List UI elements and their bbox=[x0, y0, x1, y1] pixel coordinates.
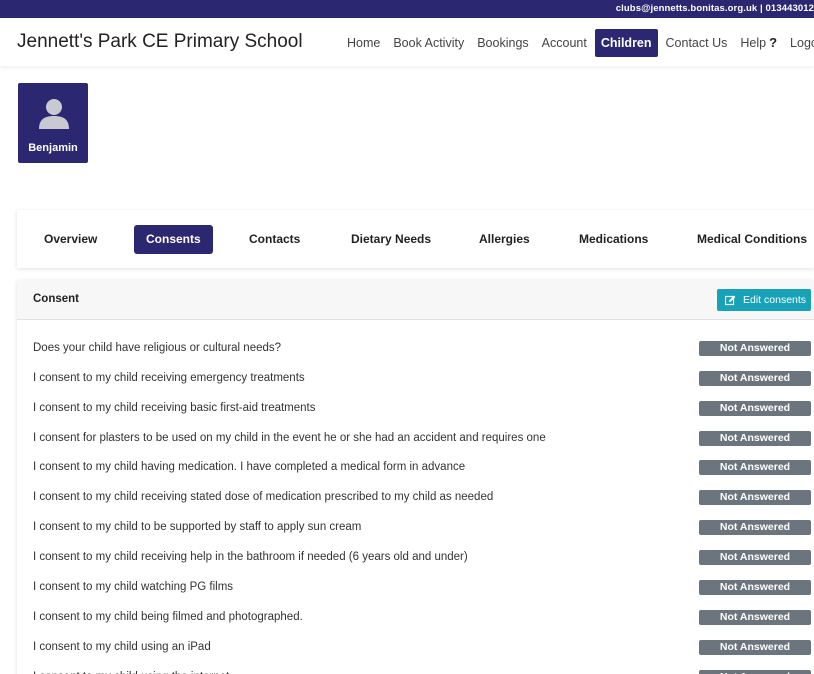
contact-email[interactable]: clubs@jennetts.bonitas.org.uk bbox=[616, 3, 758, 14]
school-name[interactable]: Jennett's Park CE Primary School bbox=[17, 31, 303, 53]
consent-question: I consent for plasters to be used on my … bbox=[33, 432, 546, 444]
consent-panel-header: Consent Edit consents bbox=[17, 280, 814, 320]
consent-row: Does your child have religious or cultur… bbox=[17, 334, 814, 364]
edit-consents-label: Edit consents bbox=[743, 294, 807, 306]
status-badge: Not Answered bbox=[699, 520, 811, 535]
consent-question: I consent to my child to be supported by… bbox=[33, 521, 362, 533]
tab-contacts[interactable]: Contacts bbox=[249, 225, 300, 254]
consent-panel-title: Consent bbox=[33, 293, 79, 305]
child-avatar-card[interactable]: Benjamin bbox=[18, 83, 88, 163]
consent-row: I consent to my child receiving emergenc… bbox=[17, 364, 814, 394]
consent-question: I consent to my child watching PG films bbox=[33, 581, 234, 593]
nav-logout[interactable]: Logout bbox=[785, 30, 814, 56]
tab-dietary-needs[interactable]: Dietary Needs bbox=[351, 225, 431, 254]
consent-question: I consent to my child receiving emergenc… bbox=[33, 372, 305, 384]
consent-question: I consent to my child using an iPad bbox=[33, 641, 211, 653]
status-badge: Not Answered bbox=[699, 371, 811, 386]
nav-help-label: Help bbox=[740, 36, 767, 50]
consent-panel: Consent Edit consents Does your child ha… bbox=[17, 280, 814, 674]
tab-overview[interactable]: Overview bbox=[44, 225, 97, 254]
contact-phone[interactable]: 013443012 bbox=[766, 3, 814, 14]
consent-row: I consent to my child to be supported by… bbox=[17, 513, 814, 543]
nav-book-activity[interactable]: Book Activity bbox=[388, 30, 469, 56]
consent-row: I consent to my child having medication.… bbox=[17, 453, 814, 483]
user-silhouette-icon bbox=[39, 99, 69, 129]
tab-medications[interactable]: Medications bbox=[579, 225, 648, 254]
main-navbar: Jennett's Park CE Primary School Home Bo… bbox=[0, 18, 814, 66]
consent-question: Does your child have religious or cultur… bbox=[33, 342, 282, 354]
status-badge: Not Answered bbox=[699, 490, 811, 505]
child-tabs: Overview Consents Contacts Dietary Needs… bbox=[17, 210, 814, 268]
consent-question: I consent to my child being filmed and p… bbox=[33, 611, 303, 623]
tab-medical-conditions[interactable]: Medical Conditions bbox=[697, 225, 807, 254]
status-badge: Not Answered bbox=[699, 341, 811, 356]
tab-allergies[interactable]: Allergies bbox=[479, 225, 530, 254]
nav-contact-us[interactable]: Contact Us bbox=[661, 30, 733, 56]
status-badge: Not Answered bbox=[699, 460, 811, 475]
page: clubs@jennetts.bonitas.org.uk | 01344301… bbox=[0, 0, 814, 674]
edit-consents-button[interactable]: Edit consents bbox=[717, 289, 811, 311]
child-name: Benjamin bbox=[28, 142, 78, 154]
status-badge: Not Answered bbox=[699, 640, 811, 655]
nav-bookings[interactable]: Bookings bbox=[472, 30, 533, 56]
consent-row: I consent to my child being filmed and p… bbox=[17, 603, 814, 633]
top-contact-bar: clubs@jennetts.bonitas.org.uk | 01344301… bbox=[0, 0, 814, 18]
nav-help[interactable]: Help? bbox=[735, 30, 782, 56]
consent-row: I consent to my child using an iPad Not A… bbox=[17, 633, 814, 663]
question-mark-icon: ? bbox=[769, 35, 778, 50]
nav-home[interactable]: Home bbox=[342, 30, 385, 56]
consent-row: I consent for plasters to be used on my … bbox=[17, 424, 814, 454]
pencil-square-icon bbox=[725, 295, 736, 305]
nav-children[interactable]: Children bbox=[594, 29, 658, 57]
consent-row: I consent to my child watching PG films N… bbox=[17, 573, 814, 603]
consent-question: I consent to my child receiving stated d… bbox=[33, 491, 494, 503]
contact-info: clubs@jennetts.bonitas.org.uk | 01344301… bbox=[616, 3, 814, 14]
consent-row: I consent to my child receiving stated d… bbox=[17, 483, 814, 513]
status-badge: Not Answered bbox=[699, 401, 811, 416]
nav-menu: Home Book Activity Bookings Account Chil… bbox=[342, 29, 814, 57]
consent-row: I consent to my child using the internet… bbox=[17, 663, 814, 674]
status-badge: Not Answered bbox=[699, 431, 811, 446]
tab-consents[interactable]: Consents bbox=[134, 225, 213, 254]
consent-row: I consent to my child receiving basic fi… bbox=[17, 394, 814, 424]
status-badge: Not Answered bbox=[699, 610, 811, 625]
status-badge: Not Answered bbox=[699, 670, 811, 674]
nav-account[interactable]: Account bbox=[537, 30, 592, 56]
consent-row: I consent to my child receiving help in … bbox=[17, 543, 814, 573]
consent-question: I consent to my child having medication.… bbox=[33, 461, 466, 473]
status-badge: Not Answered bbox=[699, 580, 811, 595]
status-badge: Not Answered bbox=[699, 550, 811, 565]
consent-question: I consent to my child receiving basic fi… bbox=[33, 402, 316, 414]
contact-separator: | bbox=[760, 3, 763, 14]
consent-question: I consent to my child receiving help in … bbox=[33, 551, 468, 563]
